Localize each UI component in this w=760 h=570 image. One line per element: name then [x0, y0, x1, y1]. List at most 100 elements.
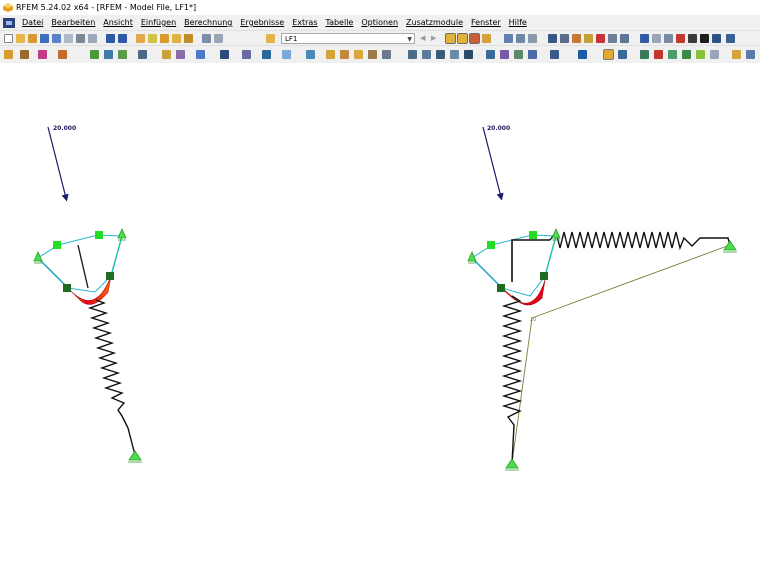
snap-node-icon[interactable]: [436, 50, 445, 59]
previous-load-case-icon[interactable]: ◀: [420, 34, 429, 43]
menu-ergebnisse[interactable]: Ergebnisse: [240, 15, 284, 30]
move-icon[interactable]: [220, 50, 229, 59]
menu-tabelle[interactable]: Tabelle: [326, 15, 354, 30]
section-view-icon[interactable]: [640, 50, 649, 59]
menu-hilfe[interactable]: Hilfe: [509, 15, 527, 30]
generate-icon[interactable]: [528, 50, 537, 59]
view-grid-icon[interactable]: [548, 34, 557, 43]
mirror-icon[interactable]: [282, 50, 291, 59]
print-graphic-icon[interactable]: [88, 34, 97, 43]
surface-load-icon[interactable]: [176, 50, 185, 59]
clipping-icon[interactable]: [712, 34, 721, 43]
load-case-select[interactable]: LF1 ▼: [281, 33, 415, 44]
model-graphic[interactable]: 20.000 20.000 20: [0, 63, 760, 570]
select-icon[interactable]: [196, 50, 205, 59]
mesh-icon[interactable]: [560, 34, 569, 43]
result-diagram-icon[interactable]: [516, 34, 525, 43]
tools-dropdown-icon[interactable]: [710, 50, 719, 59]
view-settings-icon[interactable]: [700, 34, 709, 43]
save-all-icon[interactable]: [52, 34, 61, 43]
menu-extras[interactable]: Extras: [292, 15, 317, 30]
menu-datei[interactable]: Datei: [22, 15, 43, 30]
perspective-icon[interactable]: [620, 34, 629, 43]
menu-fenster[interactable]: Fenster: [471, 15, 501, 30]
extrude-icon[interactable]: [514, 50, 523, 59]
ruler-icon[interactable]: [732, 50, 741, 59]
menu-optionen[interactable]: Optionen: [361, 15, 398, 30]
plausibility-icon[interactable]: [682, 50, 691, 59]
render-icon[interactable]: [572, 34, 581, 43]
copy-icon[interactable]: [242, 50, 251, 59]
help-icon[interactable]: [726, 34, 735, 43]
support-icon[interactable]: [90, 50, 99, 59]
tool-icon[interactable]: [696, 50, 705, 59]
load-case-icon[interactable]: [266, 34, 275, 43]
rotate-icon[interactable]: [262, 50, 271, 59]
info-icon[interactable]: [578, 50, 587, 59]
result-filter-icon[interactable]: [482, 34, 491, 43]
open-model-icon[interactable]: [28, 34, 37, 43]
line-icon[interactable]: [20, 50, 29, 59]
layout-icon[interactable]: [214, 34, 223, 43]
save-icon[interactable]: [40, 34, 49, 43]
menu-berechnung[interactable]: Berechnung: [184, 15, 232, 30]
print-preview-icon[interactable]: [64, 34, 73, 43]
node-icon[interactable]: [4, 50, 13, 59]
section-icon[interactable]: [504, 34, 513, 43]
member-icon[interactable]: [38, 50, 47, 59]
coordinate-system-icon[interactable]: [408, 50, 417, 59]
view-y-icon[interactable]: [664, 34, 673, 43]
show-results-icon[interactable]: [172, 34, 181, 43]
nodal-load-icon[interactable]: [138, 50, 147, 59]
menu-bearbeiten[interactable]: Bearbeiten: [51, 15, 95, 30]
table-icon[interactable]: [202, 34, 211, 43]
guide-line-icon[interactable]: [354, 50, 363, 59]
connect-icon[interactable]: [500, 50, 509, 59]
snap-grid-icon[interactable]: [422, 50, 431, 59]
isometric-icon[interactable]: [688, 34, 697, 43]
settings-icon[interactable]: [160, 34, 169, 43]
menu-zusatzmodule[interactable]: Zusatzmodule: [406, 15, 463, 30]
model-check-icon[interactable]: [668, 50, 677, 59]
member-load-icon[interactable]: [162, 50, 171, 59]
snap-object-icon[interactable]: [450, 50, 459, 59]
visibility-icon[interactable]: [368, 50, 377, 59]
divide-icon[interactable]: [306, 50, 315, 59]
solid-view-icon[interactable]: [596, 34, 605, 43]
print-icon[interactable]: [76, 34, 85, 43]
filter-icon[interactable]: [382, 50, 391, 59]
edit-model-icon[interactable]: [136, 34, 145, 43]
measure-icon[interactable]: [486, 50, 495, 59]
surface-icon[interactable]: [58, 50, 67, 59]
new-file-icon[interactable]: [4, 34, 13, 43]
zoom-icon[interactable]: [148, 34, 157, 43]
hinge-icon[interactable]: [104, 50, 113, 59]
layers-icon[interactable]: [550, 50, 559, 59]
menu-einfuegen[interactable]: Einfügen: [141, 15, 176, 30]
window-icon[interactable]: [746, 50, 755, 59]
document-window-icon[interactable]: [3, 18, 15, 28]
calculate-icon[interactable]: [184, 34, 193, 43]
results-toggle-icon[interactable]: [445, 33, 456, 44]
redo-icon[interactable]: [118, 34, 127, 43]
comment-icon[interactable]: [340, 50, 349, 59]
work-plane-icon[interactable]: [464, 50, 473, 59]
animation-icon[interactable]: [528, 34, 537, 43]
rotate-view-icon[interactable]: [640, 34, 649, 43]
display-toggle-icon[interactable]: [618, 50, 627, 59]
chevron-down-icon[interactable]: ▼: [407, 34, 412, 45]
view-x-icon[interactable]: [652, 34, 661, 43]
open-folder-icon[interactable]: [16, 34, 25, 43]
solid-icon[interactable]: [118, 50, 127, 59]
graphic-window[interactable]: 20.000 20.000 20: [0, 63, 760, 570]
deformation-toggle-icon[interactable]: [457, 33, 468, 44]
undo-icon[interactable]: [106, 34, 115, 43]
check-icon[interactable]: [654, 50, 663, 59]
dimension-icon[interactable]: [326, 50, 335, 59]
numbering-icon[interactable]: [603, 49, 614, 60]
wireframe-icon[interactable]: [584, 34, 593, 43]
next-load-case-icon[interactable]: ▶: [431, 34, 440, 43]
menu-ansicht[interactable]: Ansicht: [103, 15, 133, 30]
view-z-icon[interactable]: [676, 34, 685, 43]
values-toggle-icon[interactable]: [469, 33, 480, 44]
